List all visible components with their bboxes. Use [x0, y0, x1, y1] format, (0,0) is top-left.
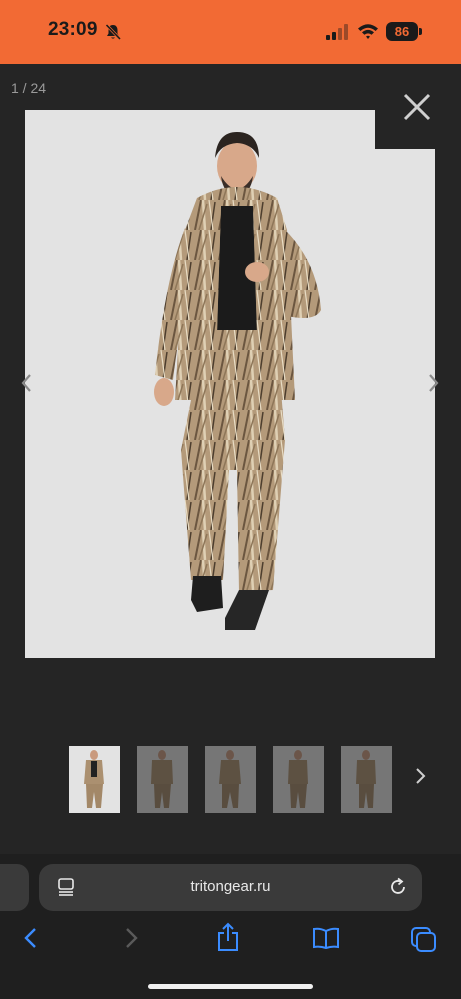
status-bar: 23:09 86 [0, 0, 461, 64]
thumbnail-2[interactable] [137, 746, 188, 813]
wifi-icon [358, 24, 378, 39]
man-in-camouflage-suit-illustration [154, 132, 321, 630]
thumbnail-strip [0, 746, 461, 814]
browser-toolbar: tritongear.ru [0, 854, 461, 999]
tabs-icon[interactable] [410, 926, 438, 952]
thumbnail-1[interactable] [69, 746, 120, 813]
image-counter: 1 / 24 [11, 80, 47, 96]
url-text: tritongear.ru [190, 878, 271, 895]
battery-level: 86 [394, 24, 410, 39]
thumbnail-image [84, 750, 104, 808]
address-bar[interactable]: tritongear.ru [39, 864, 422, 911]
status-time: 23:09 [48, 19, 98, 40]
thumbnail-3[interactable] [205, 746, 256, 813]
thumbnail-5[interactable] [341, 746, 392, 813]
thumbnail-image [219, 750, 241, 808]
forward-icon[interactable] [120, 926, 142, 950]
chevron-left-icon[interactable] [18, 372, 34, 394]
battery-tip [419, 28, 422, 35]
battery-indicator: 86 [386, 22, 418, 41]
bookmarks-icon[interactable] [312, 926, 340, 950]
thumbnail-image [356, 750, 376, 808]
cellular-signal-icon [326, 24, 348, 40]
thumbnail-image [151, 750, 173, 808]
product-main-image[interactable] [25, 110, 435, 658]
chevron-right-icon[interactable] [426, 372, 442, 394]
home-indicator [148, 984, 313, 989]
previous-tab-edge[interactable] [0, 864, 29, 911]
thumbnail-image [288, 750, 308, 808]
share-icon[interactable] [216, 922, 240, 952]
bell-muted-icon [105, 23, 122, 41]
chevron-right-icon[interactable] [414, 766, 428, 786]
thumbnail-4[interactable] [273, 746, 324, 813]
image-gallery-viewer: 1 / 24 [0, 64, 461, 854]
close-icon[interactable] [402, 92, 432, 122]
reload-icon[interactable] [388, 877, 408, 897]
back-icon[interactable] [20, 926, 42, 950]
